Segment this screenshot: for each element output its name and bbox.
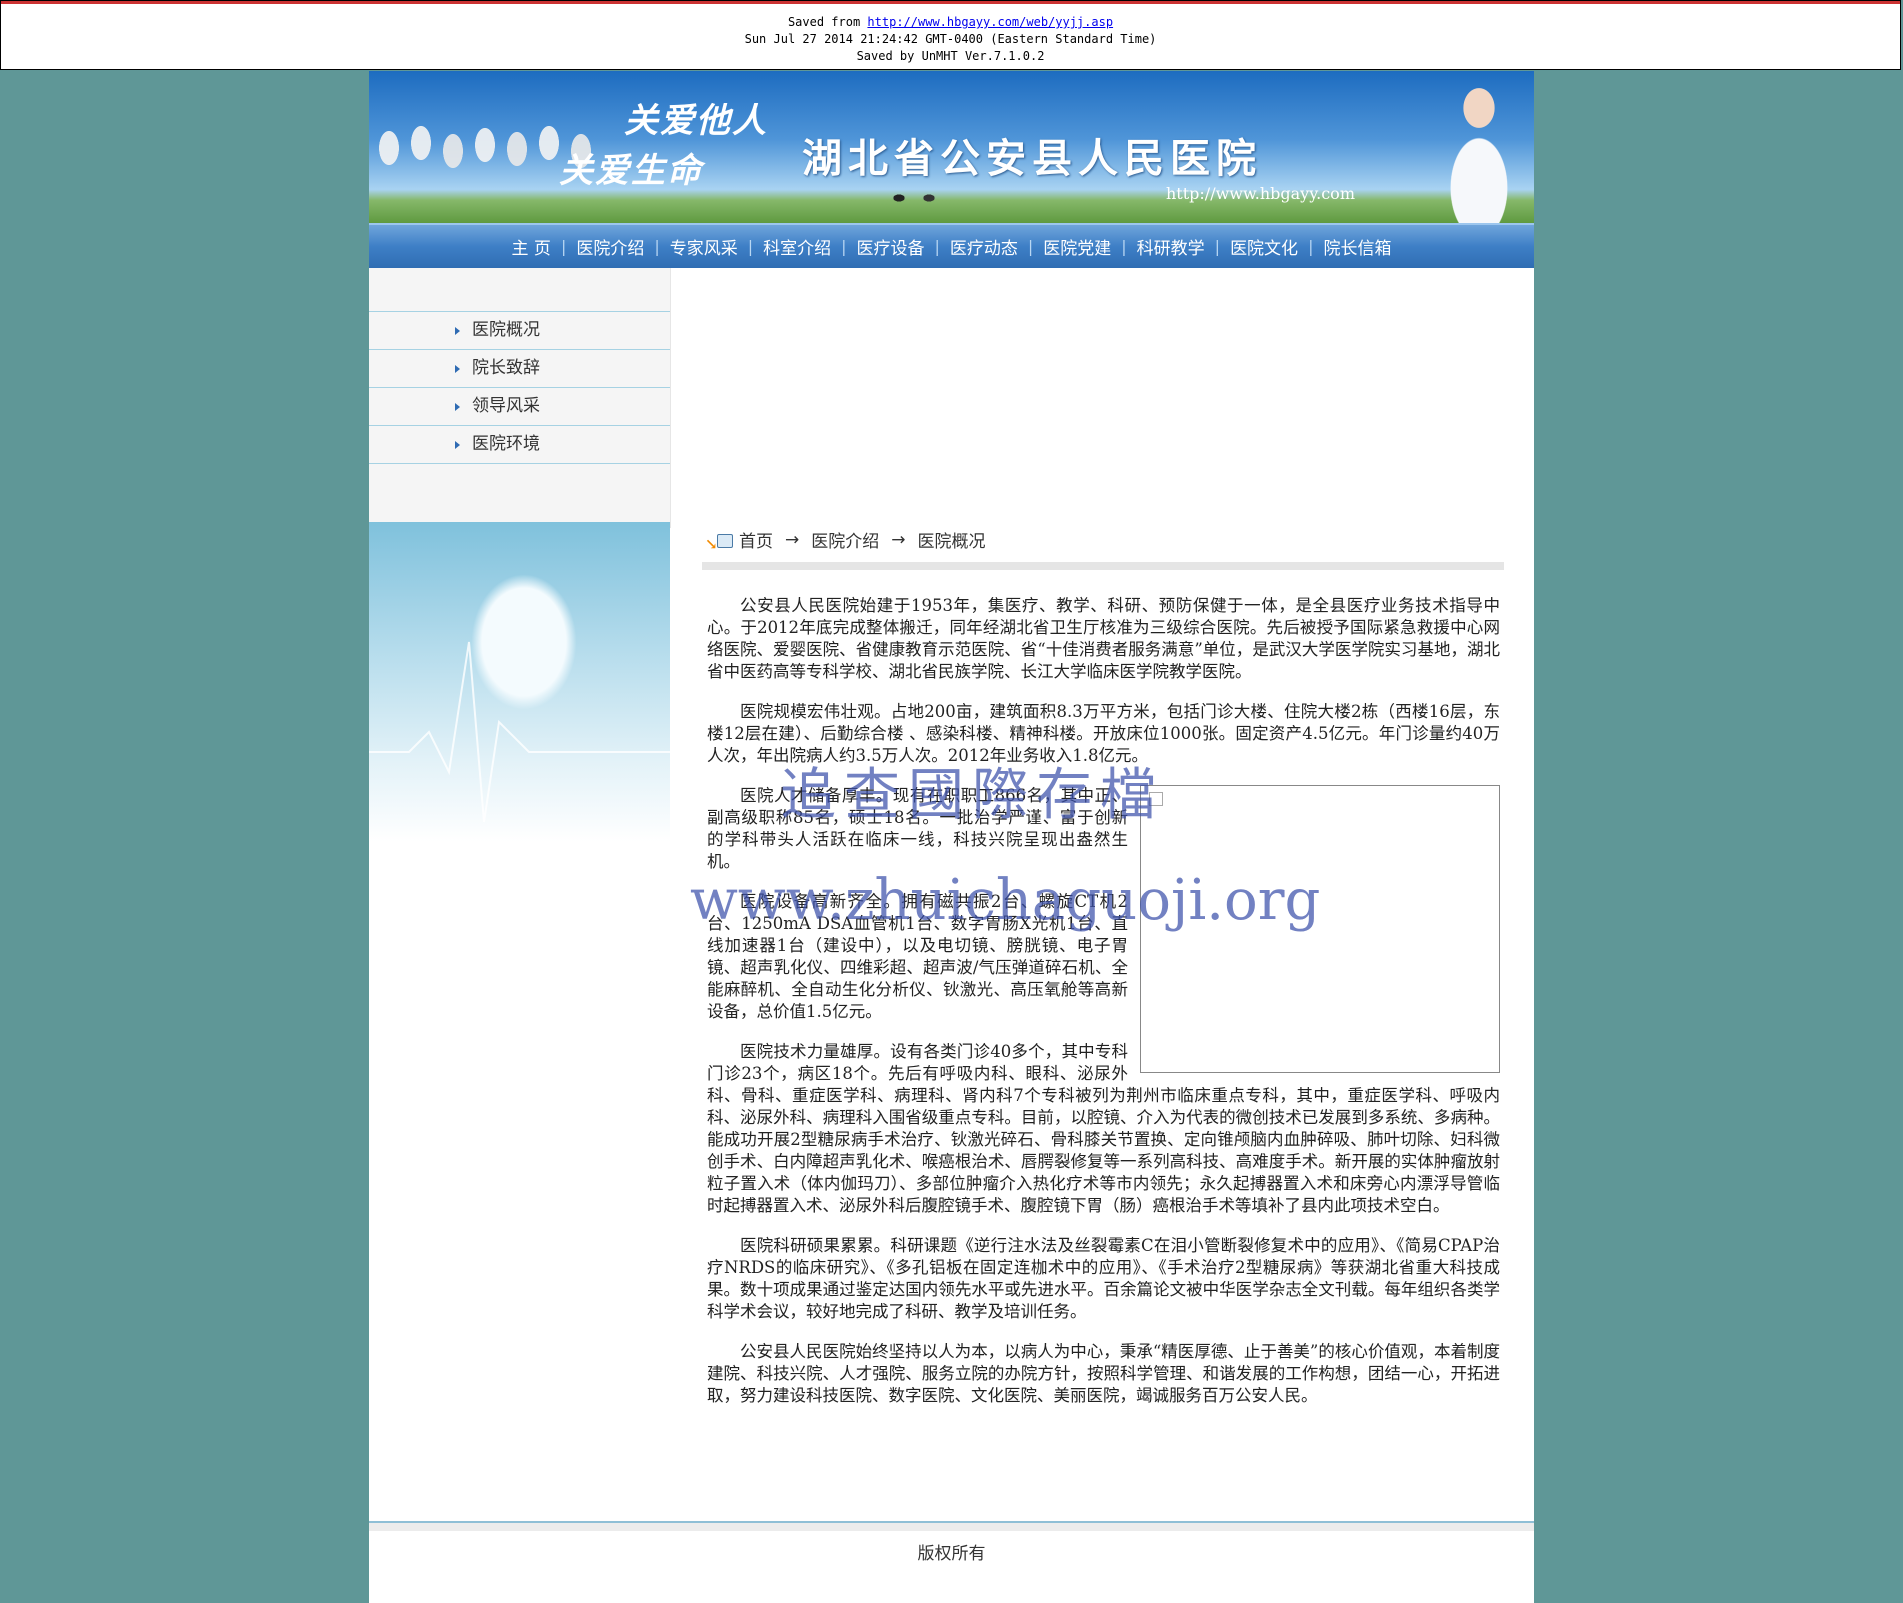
nav-research[interactable]: 科研教学	[1127, 234, 1215, 259]
nav-experts[interactable]: 专家风采	[660, 234, 748, 259]
slogan-bottom: 关爱生命	[559, 151, 703, 191]
article-body: 公安县人民医院始建于1953年，集医疗、教学、科研、预防保健于一体，是全县医疗业…	[707, 595, 1500, 1425]
saved-date-line: Sun Jul 27 2014 21:24:42 GMT-0400 (Easte…	[744, 32, 1157, 46]
breadcrumb-arrow: →	[891, 529, 906, 550]
sidebar-item-label: 医院概况	[472, 320, 540, 340]
breadcrumb-current: 医院概况	[917, 532, 986, 552]
copyright-text: 版权所有	[917, 1544, 986, 1564]
watermark-title: 追查國際存檔	[780, 763, 1164, 828]
saved-from-line: Saved from http://www.hbgayy.com/web/yyj…	[1, 14, 1900, 31]
nurse-photo	[1424, 73, 1534, 223]
bullet-icon	[455, 440, 460, 449]
nav-mailbox[interactable]: 院长信箱	[1313, 234, 1401, 259]
nav-equipment[interactable]: 医疗设备	[847, 234, 935, 259]
sidebar-item-leadership[interactable]: 领导风采	[369, 387, 670, 425]
saved-from-link[interactable]: http://www.hbgayy.com/web/yyjj.asp	[867, 15, 1113, 29]
sidebar-item-overview[interactable]: 医院概况	[369, 311, 670, 349]
article-paragraph: 医院科研硕果累累。科研课题《逆行注水法及丝裂霉素C在泪小管断裂修复术中的应用》、…	[707, 1236, 1500, 1321]
slogan-top: 关爱他人	[624, 101, 768, 141]
breadcrumb-arrow: →	[785, 529, 800, 550]
cows-decoration	[889, 193, 949, 203]
header-banner: 关爱他人 关爱生命 湖北省公安县人民医院 http://www.hbgayy.c…	[369, 71, 1534, 223]
breadcrumb-icon: ↘	[705, 532, 733, 553]
bullet-icon	[455, 402, 460, 411]
nav-culture[interactable]: 医院文化	[1220, 234, 1308, 259]
sidebar: 医院概况 院长致辞 领导风采 医院环境	[369, 268, 671, 1521]
main-nav: 主 页 | 医院介绍 | 专家风采 | 科室介绍 | 医疗设备 | 医疗动态 | 医院党建 |…	[369, 223, 1534, 268]
article-paragraph: 公安县人民医院始建于1953年，集医疗、教学、科研、预防保健于一体，是全县医疗业…	[707, 596, 1500, 681]
article-paragraph: 公安县人民医院始终坚持以人为本，以病人为中心，秉承“精医厚德、止于善美”的核心价…	[707, 1342, 1500, 1405]
nav-hospital-intro[interactable]: 医院介绍	[566, 234, 654, 259]
bullet-icon	[455, 364, 460, 373]
saved-from-notice: Saved from http://www.hbgayy.com/web/yyj…	[0, 0, 1901, 70]
breadcrumb-section[interactable]: 医院介绍	[811, 527, 879, 552]
sidebar-item-label: 领导风采	[472, 396, 540, 416]
nav-news[interactable]: 医疗动态	[940, 234, 1028, 259]
watermark-url: www.zhuichaguoji.org	[690, 868, 1321, 933]
sidebar-item-label: 院长致辞	[472, 358, 540, 378]
nav-home[interactable]: 主 页	[502, 234, 561, 259]
doctor-image	[369, 522, 670, 842]
nav-departments[interactable]: 科室介绍	[753, 234, 841, 259]
sidebar-item-environment[interactable]: 医院环境	[369, 425, 670, 463]
breadcrumb-divider	[702, 562, 1504, 570]
site-url: http://www.hbgayy.com	[1166, 184, 1355, 203]
sidebar-item-president-speech[interactable]: 院长致辞	[369, 349, 670, 387]
nav-party[interactable]: 医院党建	[1033, 234, 1121, 259]
top-border	[1, 1, 1900, 4]
sidebar-menu: 医院概况 院长致辞 领导风采 医院环境	[369, 268, 671, 528]
ekg-line-decoration	[369, 641, 670, 823]
sidebar-item-label: 医院环境	[472, 434, 540, 454]
page-container: 关爱他人 关爱生命 湖北省公安县人民医院 http://www.hbgayy.c…	[369, 71, 1534, 1603]
breadcrumb: ↘ 首页 → 医院介绍 → 医院概况	[705, 527, 986, 553]
saved-from-prefix: Saved from	[787, 15, 868, 29]
breadcrumb-home[interactable]: 首页	[739, 527, 773, 552]
footer: 版权所有	[369, 1521, 1534, 1603]
saved-by-line: Saved by UnMHT Ver.7.1.0.2	[856, 49, 1045, 63]
bullet-icon	[455, 326, 460, 335]
hospital-name: 湖北省公安县人民医院	[802, 135, 1262, 182]
